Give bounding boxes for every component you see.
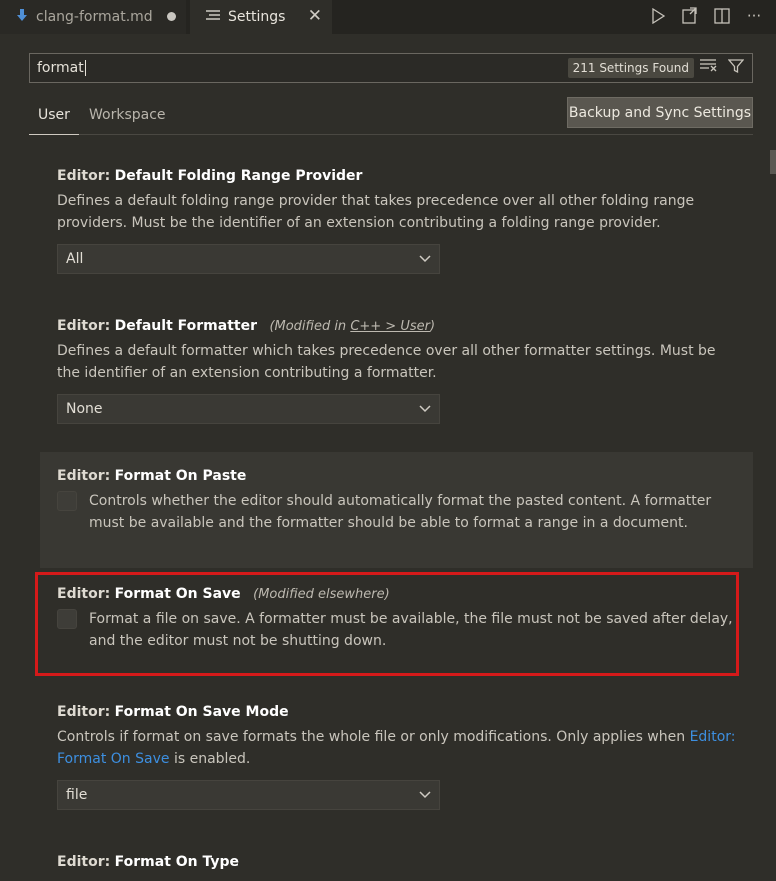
filter-icon[interactable] <box>727 58 745 78</box>
dropdown-value: All <box>66 251 84 267</box>
unsaved-dot-icon[interactable] <box>167 12 176 21</box>
modified-suffix: ) <box>429 319 436 334</box>
setting-title: Editor: Format On Save Mode <box>57 704 739 720</box>
markdown-down-arrow-icon <box>16 8 28 26</box>
search-query[interactable]: format <box>37 60 568 76</box>
tab-workspace[interactable]: Workspace <box>89 107 166 123</box>
setting-default-folding-range-provider: Editor: Default Folding Range Provider D… <box>40 168 753 274</box>
setting-format-on-save-mode: Editor: Format On Save Mode Controls if … <box>40 704 753 810</box>
open-settings-json-icon[interactable] <box>680 6 700 26</box>
editor-actions: ··· <box>648 6 764 26</box>
modified-prefix: (Modified in <box>269 319 351 334</box>
tab-label: Settings <box>228 9 286 25</box>
results-count-badge: 211 Settings Found <box>567 58 694 78</box>
default-formatter-dropdown[interactable]: None <box>57 394 440 424</box>
format-on-save-mode-dropdown[interactable]: file <box>57 780 440 810</box>
clear-filter-icon[interactable] <box>700 58 718 78</box>
format-on-paste-checkbox[interactable] <box>57 491 77 511</box>
split-editor-icon[interactable] <box>712 6 732 26</box>
editor-tab-bar: clang-format.md Settings ✕ ··· <box>0 0 776 34</box>
setting-name: Default Formatter <box>114 318 257 334</box>
more-actions-icon[interactable]: ··· <box>744 6 764 26</box>
folding-provider-dropdown[interactable]: All <box>57 244 440 274</box>
setting-format-on-type: Editor: Format On Type <box>40 854 753 870</box>
setting-name: Format On Save Mode <box>114 704 289 720</box>
modified-link[interactable]: C++ > User <box>350 319 430 334</box>
setting-format-on-paste: Editor: Format On Paste Controls whether… <box>40 452 753 568</box>
setting-category: Editor: <box>57 318 111 334</box>
setting-description: Defines a default formatter which takes … <box>57 343 716 381</box>
setting-name: Format On Paste <box>114 468 247 484</box>
tab-user[interactable]: User <box>29 107 79 135</box>
run-icon[interactable] <box>648 6 668 26</box>
setting-default-formatter: Editor: Default Formatter (Modified in C… <box>40 318 753 424</box>
setting-name: Default Folding Range Provider <box>114 168 363 184</box>
settings-search-input[interactable]: format 211 Settings Found <box>29 53 753 83</box>
highlight-annotation-box <box>35 572 739 676</box>
setting-category: Editor: <box>57 468 111 484</box>
setting-name: Format On Type <box>114 854 240 870</box>
tab-settings[interactable]: Settings ✕ <box>190 0 332 34</box>
chevron-down-icon <box>419 402 431 416</box>
dropdown-value: file <box>66 787 88 803</box>
setting-description: Controls whether the editor should autom… <box>89 493 712 531</box>
chevron-down-icon <box>419 252 431 266</box>
setting-title: Editor: Default Folding Range Provider <box>57 168 739 184</box>
dropdown-value: None <box>66 401 103 417</box>
setting-title: Editor: Format On Paste <box>57 468 739 484</box>
setting-category: Editor: <box>57 854 111 870</box>
setting-title: Editor: Default Formatter (Modified in C… <box>57 318 739 334</box>
setting-category: Editor: <box>57 704 111 720</box>
setting-category: Editor: <box>57 168 111 184</box>
setting-description: Defines a default folding range provider… <box>57 193 695 231</box>
scrollbar-thumb[interactable] <box>770 150 776 174</box>
description-text: Controls if format on save formats the w… <box>57 729 690 745</box>
setting-description: Controls if format on save formats the w… <box>57 726 739 770</box>
setting-title: Editor: Format On Type <box>57 854 739 870</box>
modified-indicator: (Modified in C++ > User) <box>269 319 435 334</box>
chevron-down-icon <box>419 788 431 802</box>
description-text: is enabled. <box>169 751 251 767</box>
tab-label: clang-format.md <box>36 9 153 25</box>
settings-lines-icon <box>206 9 220 25</box>
close-icon[interactable]: ✕ <box>308 6 322 26</box>
tab-clang-format[interactable]: clang-format.md <box>0 0 186 34</box>
backup-sync-button[interactable]: Backup and Sync Settings <box>567 97 753 128</box>
